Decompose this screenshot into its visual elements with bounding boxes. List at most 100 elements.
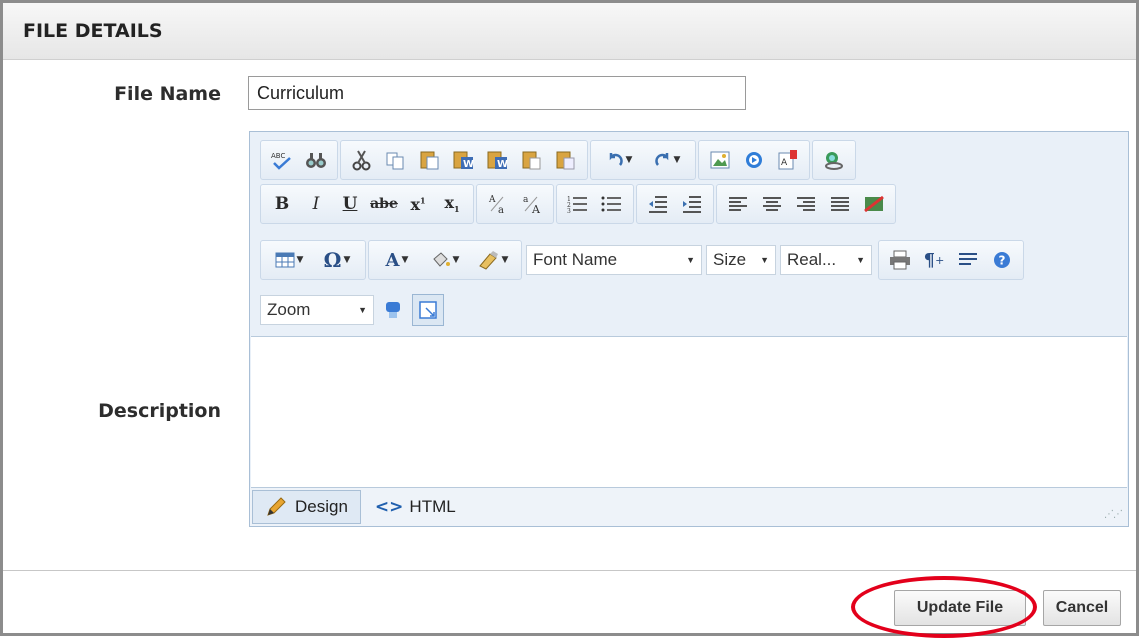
- toolbar-group-case: Aa aA: [476, 184, 554, 224]
- background-color-icon[interactable]: ▼: [423, 245, 467, 275]
- design-tab-label: Design: [295, 497, 348, 516]
- toolbar-group-spell: ABC: [260, 140, 338, 180]
- pencil-icon: [265, 496, 287, 518]
- paste-as-html-icon[interactable]: [551, 145, 581, 175]
- code-brackets-icon: <>: [374, 497, 404, 517]
- editor-mode-bar: Design <> HTML ⋰⋰: [250, 488, 1128, 526]
- outdent-icon[interactable]: [643, 189, 673, 219]
- panel-title: FILE DETAILS: [3, 3, 1136, 60]
- toolbar-group-table: ▼ Ω ▼: [260, 240, 366, 280]
- cancel-button[interactable]: Cancel: [1043, 590, 1121, 626]
- undo-icon[interactable]: ▼: [597, 145, 641, 175]
- print-icon[interactable]: [885, 245, 915, 275]
- image-manager-icon[interactable]: [705, 145, 735, 175]
- file-name-label: File Name: [114, 83, 221, 105]
- chevron-down-icon: ▼: [686, 255, 695, 265]
- font-color-icon[interactable]: A ▼: [375, 245, 419, 275]
- toolbar-group-format: B I U abe x1 x1: [260, 184, 474, 224]
- svg-text:a: a: [523, 195, 529, 205]
- justify-icon[interactable]: [825, 189, 855, 219]
- zoom-select[interactable]: Zoom ▼: [260, 295, 374, 325]
- cut-icon[interactable]: [347, 145, 377, 175]
- svg-text:A: A: [488, 195, 496, 205]
- svg-text:W: W: [497, 159, 508, 170]
- font-size-value: Size: [713, 250, 747, 269]
- paste-plain-text-icon[interactable]: W: [483, 145, 513, 175]
- unordered-list-icon[interactable]: [597, 189, 627, 219]
- toolbar-row-4: Zoom ▼: [260, 290, 446, 330]
- footer-divider: [3, 570, 1136, 571]
- media-manager-icon[interactable]: [739, 145, 769, 175]
- paste-icon[interactable]: [415, 145, 445, 175]
- svg-text:A: A: [781, 158, 788, 168]
- toolbar-group-color: A ▼ ▼ ▼: [368, 240, 522, 280]
- rich-text-editor: ABC W W ▼ ▼ A B I U abe x1 x1 A a a A 1 …: [249, 131, 1129, 527]
- paragraph-style-value: Real...: [787, 250, 837, 269]
- editor-content-area[interactable]: [251, 336, 1127, 488]
- font-size-select[interactable]: Size ▼: [706, 245, 776, 275]
- convert-upper-icon[interactable]: aA: [517, 189, 547, 219]
- description-label: Description: [98, 400, 221, 422]
- paste-html-icon[interactable]: [517, 145, 547, 175]
- toolbar-group-indent: [636, 184, 714, 224]
- svg-text:?: ?: [999, 254, 1006, 268]
- toolbar-group-clipboard: W W: [340, 140, 588, 180]
- svg-text:ABC: ABC: [271, 152, 285, 160]
- svg-text:W: W: [463, 159, 474, 170]
- bold-icon[interactable]: B: [267, 189, 297, 219]
- toolbar-group-lists: 123: [556, 184, 634, 224]
- resize-grip-icon[interactable]: ⋰⋰: [1104, 509, 1123, 520]
- strikethrough-icon[interactable]: abe: [369, 189, 399, 219]
- align-left-icon[interactable]: [723, 189, 753, 219]
- hyperlink-icon[interactable]: [819, 145, 849, 175]
- convert-lower-icon[interactable]: Aa: [483, 189, 513, 219]
- find-icon[interactable]: [301, 145, 331, 175]
- paragraph-icon[interactable]: ¶ +: [919, 245, 949, 275]
- html-tab[interactable]: <> HTML: [363, 490, 468, 524]
- subscript-icon[interactable]: x1: [437, 189, 467, 219]
- toolbar-group-align: [716, 184, 896, 224]
- copy-icon[interactable]: [381, 145, 411, 175]
- indent-icon[interactable]: [677, 189, 707, 219]
- format-block-icon[interactable]: [953, 245, 983, 275]
- chevron-down-icon: ▼: [760, 255, 769, 265]
- svg-text:3: 3: [567, 208, 571, 214]
- update-file-button[interactable]: Update File: [894, 590, 1026, 626]
- module-manager-icon[interactable]: [378, 295, 408, 325]
- underline-icon[interactable]: U: [335, 189, 365, 219]
- design-tab[interactable]: Design: [252, 490, 361, 524]
- toolbar-row-3: ▼ Ω ▼ A ▼ ▼ ▼ Font Name ▼ Size ▼ Real... ▼: [260, 240, 1026, 280]
- toolbar-group-tools: ¶ + ?: [878, 240, 1024, 280]
- svg-text:a: a: [498, 205, 504, 215]
- format-stripper-icon[interactable]: ▼: [471, 245, 515, 275]
- file-name-input[interactable]: [248, 76, 746, 110]
- align-center-icon[interactable]: [757, 189, 787, 219]
- font-name-value: Font Name: [533, 250, 618, 269]
- italic-icon[interactable]: I: [301, 189, 331, 219]
- spellcheck-icon[interactable]: ABC: [267, 145, 297, 175]
- toggle-screen-icon[interactable]: [412, 294, 444, 326]
- toolbar-group-history: ▼ ▼: [590, 140, 696, 180]
- toolbar-group-insert: A: [698, 140, 810, 180]
- clear-formatting-icon[interactable]: [859, 189, 889, 219]
- align-right-icon[interactable]: [791, 189, 821, 219]
- paste-from-word-icon[interactable]: W: [449, 145, 479, 175]
- ordered-list-icon[interactable]: 123: [563, 189, 593, 219]
- redo-icon[interactable]: ▼: [645, 145, 689, 175]
- superscript-icon[interactable]: x1: [403, 189, 433, 219]
- insert-symbol-icon[interactable]: Ω ▼: [315, 245, 359, 275]
- toolbar-row-2: B I U abe x1 x1 Aa aA 123: [260, 184, 898, 224]
- flash-manager-icon[interactable]: A: [773, 145, 803, 175]
- zoom-value: Zoom: [267, 300, 311, 319]
- paragraph-style-select[interactable]: Real... ▼: [780, 245, 872, 275]
- html-tab-label: HTML: [409, 497, 456, 516]
- toolbar-row-1: ABC W W ▼ ▼ A: [260, 140, 858, 180]
- help-icon[interactable]: ?: [987, 245, 1017, 275]
- chevron-down-icon: ▼: [856, 255, 865, 265]
- font-name-select[interactable]: Font Name ▼: [526, 245, 702, 275]
- toolbar-group-link: [812, 140, 856, 180]
- svg-text:A: A: [531, 203, 541, 215]
- chevron-down-icon: ▼: [358, 305, 367, 315]
- insert-table-icon[interactable]: ▼: [267, 245, 311, 275]
- file-details-panel: FILE DETAILS File Name Description ABC W…: [0, 0, 1139, 638]
